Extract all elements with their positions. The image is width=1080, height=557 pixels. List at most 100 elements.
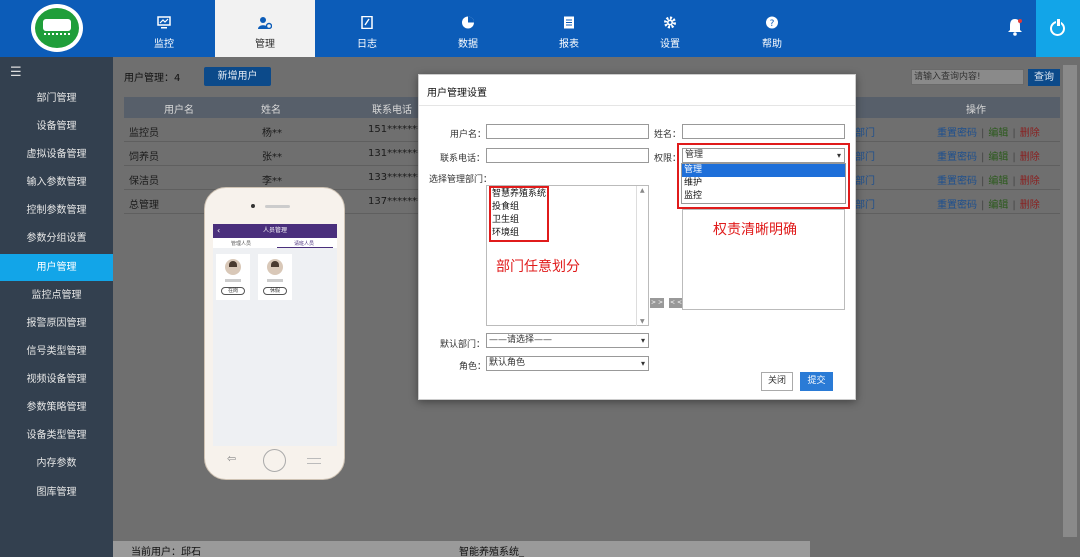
- phone-person-card: 在岗: [216, 254, 250, 300]
- log-icon: [361, 16, 373, 29]
- sidebar-item-param-strategy[interactable]: 参数策略管理: [0, 394, 113, 421]
- scrollbar-thumb[interactable]: [1063, 65, 1077, 537]
- sidebar-item-department[interactable]: 部门管理: [0, 85, 113, 112]
- sidebar-item-alarm-reasons[interactable]: 报警原因管理: [0, 310, 113, 337]
- close-button[interactable]: 关闭: [761, 372, 793, 391]
- permission-option-monitor[interactable]: 监控: [682, 190, 845, 203]
- delete-link[interactable]: 删除: [1020, 176, 1040, 187]
- col-phone: 联系电话: [372, 105, 412, 116]
- reset-password-link[interactable]: 重置密码: [937, 176, 977, 187]
- status-badge: 在岗: [221, 287, 245, 295]
- edit-link[interactable]: 编辑: [988, 128, 1008, 139]
- user-count-label: 用户管理：4: [124, 73, 181, 84]
- cell-dept: 部门: [855, 176, 875, 187]
- phone-label: 联系电话：: [440, 154, 486, 164]
- default-dept-label: 默认部门：: [440, 340, 486, 350]
- phone-screen: ‹ 人员管理 管理人员 请班人员 在岗 休假: [213, 224, 337, 446]
- sidebar-item-signal-types[interactable]: 信号类型管理: [0, 338, 113, 365]
- logout-button[interactable]: [1036, 0, 1080, 57]
- back-arrow-icon: ‹: [217, 226, 221, 235]
- reset-password-link[interactable]: 重置密码: [937, 128, 977, 139]
- person-name-placeholder: [267, 279, 283, 282]
- search-input[interactable]: 请输入查询内容!: [911, 69, 1024, 85]
- cell-username: 保洁员: [129, 176, 159, 187]
- phone-back-key-icon: ⇦: [227, 452, 237, 465]
- bell-icon[interactable]: [1007, 18, 1023, 36]
- add-user-button[interactable]: 新增用户: [204, 67, 271, 86]
- sidebar-item-virtual-device[interactable]: 虚拟设备管理: [0, 141, 113, 168]
- nav-label: 日志: [357, 39, 377, 50]
- nav-help[interactable]: ? 帮助: [722, 0, 822, 57]
- cell-username: 饲养员: [129, 152, 159, 163]
- nav-log[interactable]: 日志: [317, 0, 417, 57]
- col-name: 姓名: [261, 105, 281, 116]
- dept-highlight: 智慧养殖系统 投食组 卫生组 环境组: [489, 186, 549, 242]
- reset-password-link[interactable]: 重置密码: [937, 152, 977, 163]
- sidebar-item-param-groups[interactable]: 参数分组设置: [0, 225, 113, 252]
- move-right-button[interactable]: > >: [650, 298, 664, 308]
- permission-option-maintain[interactable]: 维护: [682, 177, 845, 190]
- sidebar-item-monitor-points[interactable]: 监控点管理: [0, 282, 113, 309]
- search-button[interactable]: 查询: [1028, 69, 1060, 86]
- permission-option-manage[interactable]: 管理: [682, 164, 845, 177]
- logo: [31, 4, 83, 52]
- delete-link[interactable]: 删除: [1020, 200, 1040, 211]
- default-dept-select[interactable]: ——请选择—— ▾: [486, 333, 649, 348]
- nav-settings[interactable]: 设置: [620, 0, 720, 57]
- username-input[interactable]: [486, 124, 649, 139]
- sidebar-item-input-params[interactable]: 输入参数管理: [0, 169, 113, 196]
- sidebar-item-users[interactable]: 用户管理: [0, 254, 113, 281]
- dept-list-scrollbar[interactable]: ▲ ▼: [636, 186, 648, 326]
- sidebar-item-gallery[interactable]: 图库管理: [0, 479, 113, 506]
- name-input[interactable]: [682, 124, 845, 139]
- sidebar-item-video-devices[interactable]: 视频设备管理: [0, 366, 113, 393]
- dept-item[interactable]: 智慧养殖系统: [491, 188, 547, 201]
- default-dept-value: ——请选择——: [489, 335, 553, 345]
- col-ops: 操作: [966, 105, 986, 116]
- dept-item[interactable]: 环境组: [491, 227, 547, 240]
- reset-password-link[interactable]: 重置密码: [937, 200, 977, 211]
- phone-input[interactable]: [486, 148, 649, 163]
- power-icon: [1050, 19, 1065, 36]
- nav-label: 数据: [458, 39, 478, 50]
- person-name-placeholder: [225, 279, 241, 282]
- phone-header: ‹ 人员管理: [213, 224, 337, 238]
- phone-title: 人员管理: [262, 227, 287, 234]
- nav-manage[interactable]: 管理: [215, 0, 315, 57]
- report-icon: [564, 16, 574, 29]
- annotation-permission: 权责清晰明确: [713, 222, 797, 238]
- sidebar-item-control-params[interactable]: 控制参数管理: [0, 197, 113, 224]
- nav-data[interactable]: 数据: [418, 0, 518, 57]
- menu-toggle-icon[interactable]: ☰: [10, 65, 22, 80]
- page-scrollbar[interactable]: [1060, 57, 1080, 557]
- cell-name: 杨**: [262, 128, 282, 139]
- phone-mockup: ‹ 人员管理 管理人员 请班人员 在岗 休假 ⇦: [204, 187, 345, 480]
- delete-link[interactable]: 删除: [1020, 128, 1040, 139]
- submit-button[interactable]: 提交: [800, 372, 833, 391]
- phone-menu-key-icon: [307, 458, 321, 464]
- phone-tabs: 管理人员 请班人员: [213, 238, 337, 248]
- edit-link[interactable]: 编辑: [988, 200, 1008, 211]
- sidebar-item-memory-params[interactable]: 内存参数: [0, 450, 113, 477]
- nav-monitor[interactable]: 监控: [114, 0, 214, 57]
- sidebar-item-device-types[interactable]: 设备类型管理: [0, 422, 113, 449]
- cell-dept: 部门: [855, 200, 875, 211]
- dept-item[interactable]: 投食组: [491, 201, 547, 214]
- role-select[interactable]: 默认角色 ▾: [486, 356, 649, 371]
- move-left-button[interactable]: < <: [669, 298, 683, 308]
- row-ops: 重置密码 | 编辑 | 删除: [937, 200, 1040, 211]
- delete-link[interactable]: 删除: [1020, 152, 1040, 163]
- nav-report[interactable]: 报表: [519, 0, 619, 57]
- row-ops: 重置密码 | 编辑 | 删除: [937, 176, 1040, 187]
- sidebar-item-device[interactable]: 设备管理: [0, 113, 113, 140]
- cell-username: 总管理: [129, 200, 159, 211]
- monitor-icon: [157, 16, 171, 29]
- role-value: 默认角色: [489, 358, 526, 368]
- dept-item[interactable]: 卫生组: [491, 214, 547, 227]
- edit-link[interactable]: 编辑: [988, 176, 1008, 187]
- pie-chart-icon: [462, 16, 474, 29]
- cell-name: 李**: [262, 176, 282, 187]
- edit-link[interactable]: 编辑: [988, 152, 1008, 163]
- help-icon: ?: [766, 16, 778, 29]
- name-label: 姓名：: [654, 130, 682, 140]
